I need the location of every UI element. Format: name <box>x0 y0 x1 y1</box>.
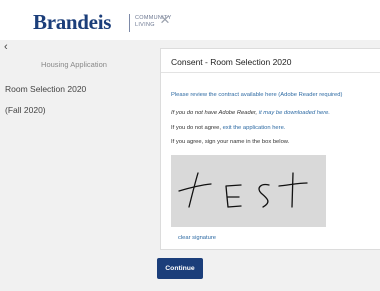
signature-stroke-t1 <box>188 172 199 208</box>
adobe-reader-text: If you do not have Adobe Reader, <box>171 110 259 116</box>
sidebar-item-room-selection[interactable]: Room Selection 2020 <box>5 84 86 94</box>
close-icon[interactable]: × <box>160 10 170 30</box>
sidebar-item-term: (Fall 2020) <box>5 105 46 115</box>
chevron-left-icon[interactable]: ‹ <box>4 41 8 53</box>
signature-stroke-s <box>258 183 270 208</box>
logo-divider <box>129 14 130 32</box>
adobe-reader-note: If you do not have Adobe Reader, it may … <box>171 110 330 116</box>
disagree-note: If you do not agree, exit the applicatio… <box>171 125 285 131</box>
signature-stroke-t2 <box>291 172 294 208</box>
card-title: Consent - Room Selection 2020 <box>171 57 292 67</box>
card-header: Consent - Room Selection 2020 <box>161 49 380 73</box>
contract-review-link[interactable]: Please review the contract available her… <box>171 92 342 98</box>
exit-application-link[interactable]: exit the application here. <box>223 125 286 131</box>
signature-drawing <box>178 172 308 208</box>
agree-instruction: If you agree, sign your name in the box … <box>171 139 290 145</box>
consent-card: Consent - Room Selection 2020 Please rev… <box>160 48 380 250</box>
continue-button[interactable]: Continue <box>157 258 203 279</box>
clear-signature-link[interactable]: clear signature <box>178 235 216 241</box>
signature-pad[interactable] <box>171 155 326 227</box>
brandeis-logo: Brandeis <box>33 10 112 34</box>
signature-stroke-e <box>225 184 242 208</box>
disagree-text: If you do not agree, <box>171 125 223 131</box>
main-content: Consent - Room Selection 2020 Please rev… <box>148 40 380 291</box>
app-header: Brandeis COMMUNITY LIVING × <box>0 0 380 40</box>
sidebar-heading: Housing Application <box>41 60 107 69</box>
adobe-download-link[interactable]: it may be downloaded here. <box>259 110 330 116</box>
sidebar: ‹ Housing Application Room Selection 202… <box>0 40 148 291</box>
